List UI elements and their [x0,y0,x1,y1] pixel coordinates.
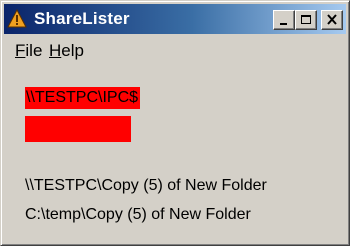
maximize-button[interactable] [295,10,317,30]
title-bar[interactable]: ShareLister [4,4,346,34]
minimize-icon [280,23,287,25]
close-icon [327,14,337,25]
status-indicator [25,116,131,142]
menu-help[interactable]: Help [49,41,84,61]
minimize-button[interactable] [273,10,295,30]
maximize-icon [301,15,311,24]
app-window: ShareLister File Help \\TESTPC\IPC$ \\TE… [0,0,350,246]
share-label: \\TESTPC\IPC$ [25,87,141,109]
close-button[interactable] [321,10,343,30]
menu-bar: File Help [4,37,346,61]
menu-file[interactable]: File [15,41,42,61]
network-path-text: \\TESTPC\Copy (5) of New Folder [25,177,267,194]
window-title: ShareLister [34,9,130,28]
local-path-text: C:\temp\Copy (5) of New Folder [25,206,251,223]
warning-cone-icon[interactable] [7,8,27,29]
